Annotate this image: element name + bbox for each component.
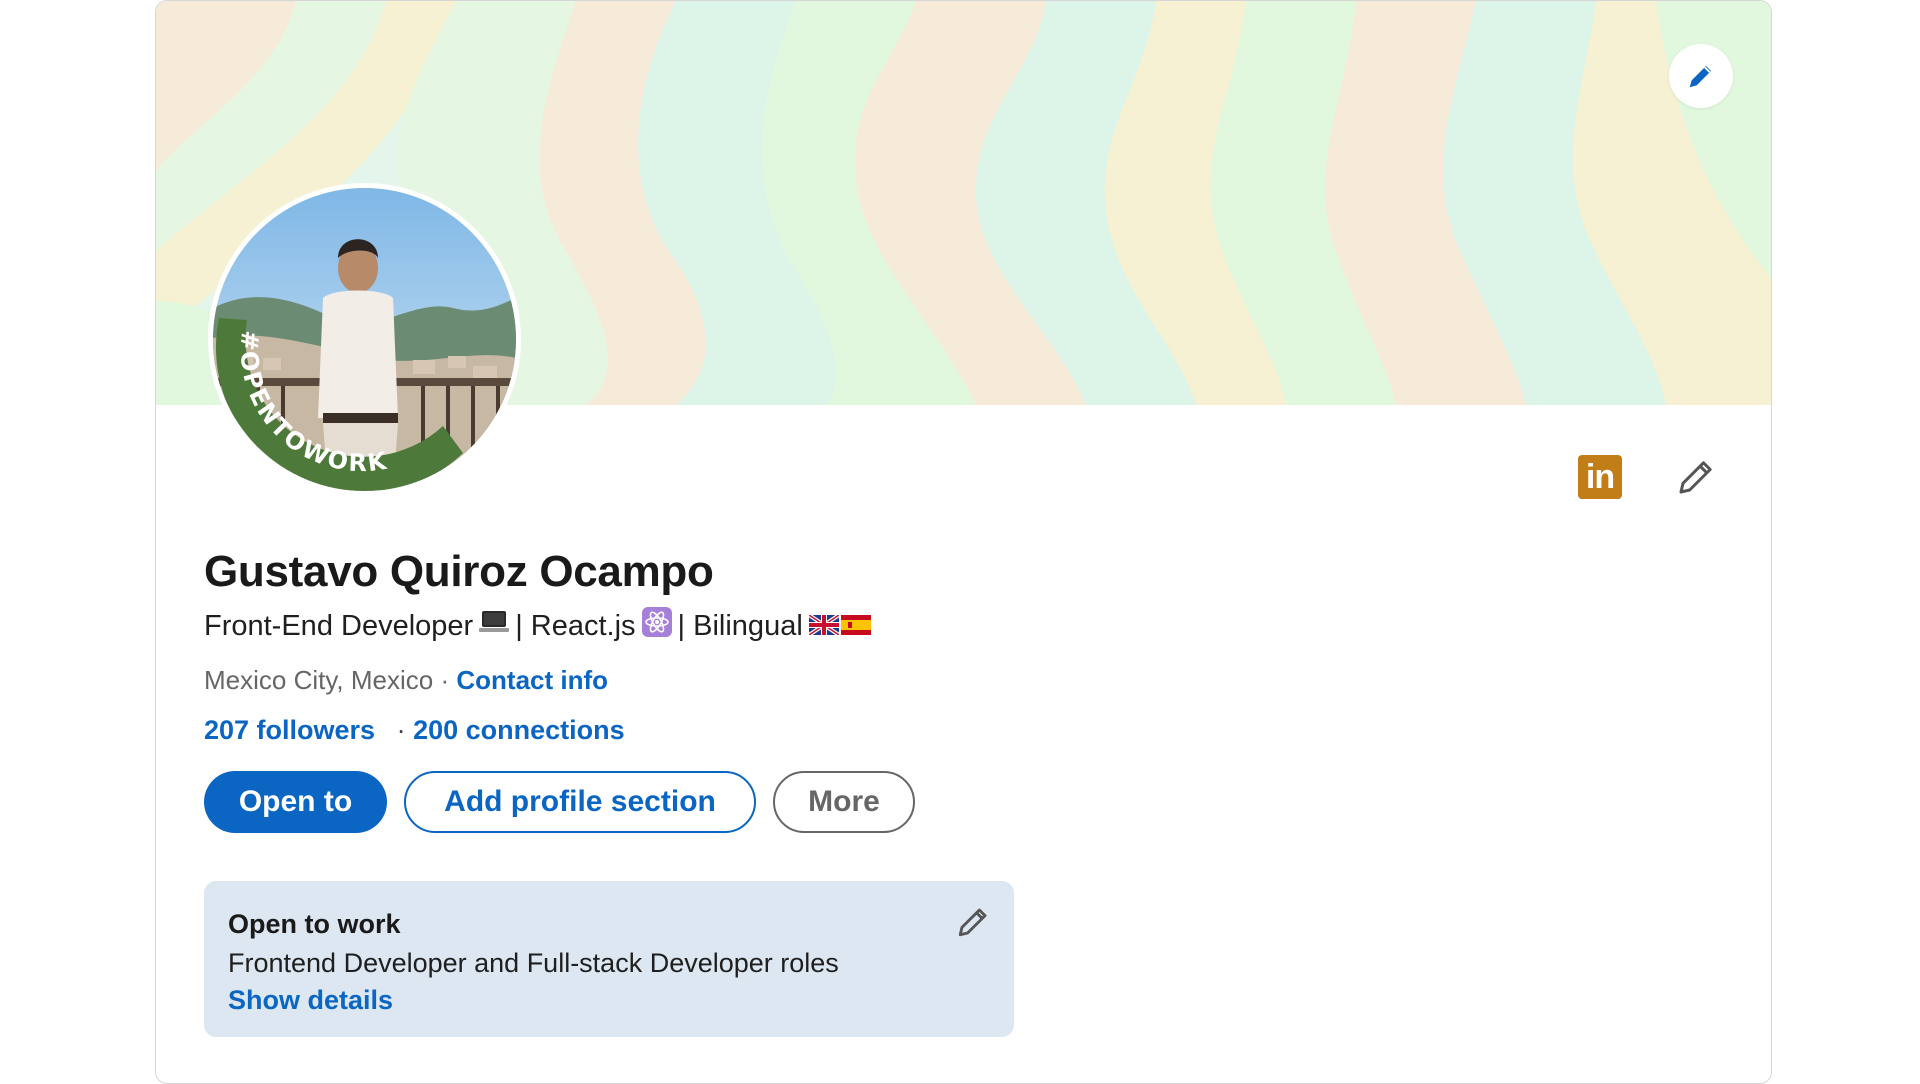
- profile-actions: Open to Add profile section More: [204, 771, 915, 833]
- intro-actions: in: [1578, 453, 1720, 501]
- contact-info-link[interactable]: Contact info: [456, 665, 608, 695]
- linkedin-icon[interactable]: in: [1578, 455, 1622, 499]
- laptop-icon: [479, 609, 510, 643]
- spain-flag-icon: [840, 610, 871, 643]
- profile-card: #OPENTOWORK in Gustavo Quiroz Ocampo Fro…: [155, 0, 1772, 1084]
- atom-icon: [641, 607, 672, 645]
- connections-link[interactable]: 200 connections: [413, 715, 625, 745]
- edit-open-to-work-button[interactable]: [956, 905, 990, 939]
- headline-bilingual: | Bilingual: [677, 609, 803, 642]
- location-separator: ·: [440, 665, 450, 695]
- headline-role: Front-End Developer: [204, 609, 474, 642]
- open-to-work-description: Frontend Developer and Full-stack Develo…: [228, 948, 839, 978]
- uk-flag-icon: [807, 610, 840, 643]
- pencil-icon: [1679, 461, 1712, 494]
- followers-link[interactable]: 207 followers: [204, 715, 375, 745]
- open-to-button[interactable]: Open to: [204, 771, 387, 833]
- profile-location: Mexico City, Mexico: [204, 665, 434, 695]
- open-to-work-card: Open to work Frontend Developer and Full…: [204, 881, 1014, 1037]
- open-to-work-title: Open to work: [228, 909, 401, 939]
- opentowork-frame: #OPENTOWORK: [215, 318, 463, 491]
- pencil-icon: [1689, 66, 1711, 88]
- opentowork-label: #OPENTOWORK: [235, 329, 391, 477]
- network-counts: 207 followers · 200 connections: [204, 715, 625, 746]
- avatar-photo: #OPENTOWORK: [213, 188, 516, 491]
- profile-headline: Front-End Developer | React.js | Bilingu…: [204, 607, 877, 645]
- add-profile-section-button[interactable]: Add profile section: [404, 771, 756, 833]
- profile-name: Gustavo Quiroz Ocampo: [204, 547, 714, 596]
- location-row: Mexico City, Mexico · Contact info: [204, 665, 608, 696]
- show-details-link[interactable]: Show details: [228, 985, 393, 1016]
- pencil-icon: [958, 908, 987, 937]
- profile-avatar[interactable]: #OPENTOWORK: [208, 183, 521, 496]
- headline-react: | React.js: [515, 609, 636, 642]
- connections-separator: ·: [396, 715, 406, 745]
- edit-intro-button[interactable]: [1672, 453, 1720, 501]
- more-button[interactable]: More: [773, 771, 915, 833]
- edit-cover-button[interactable]: [1669, 44, 1733, 108]
